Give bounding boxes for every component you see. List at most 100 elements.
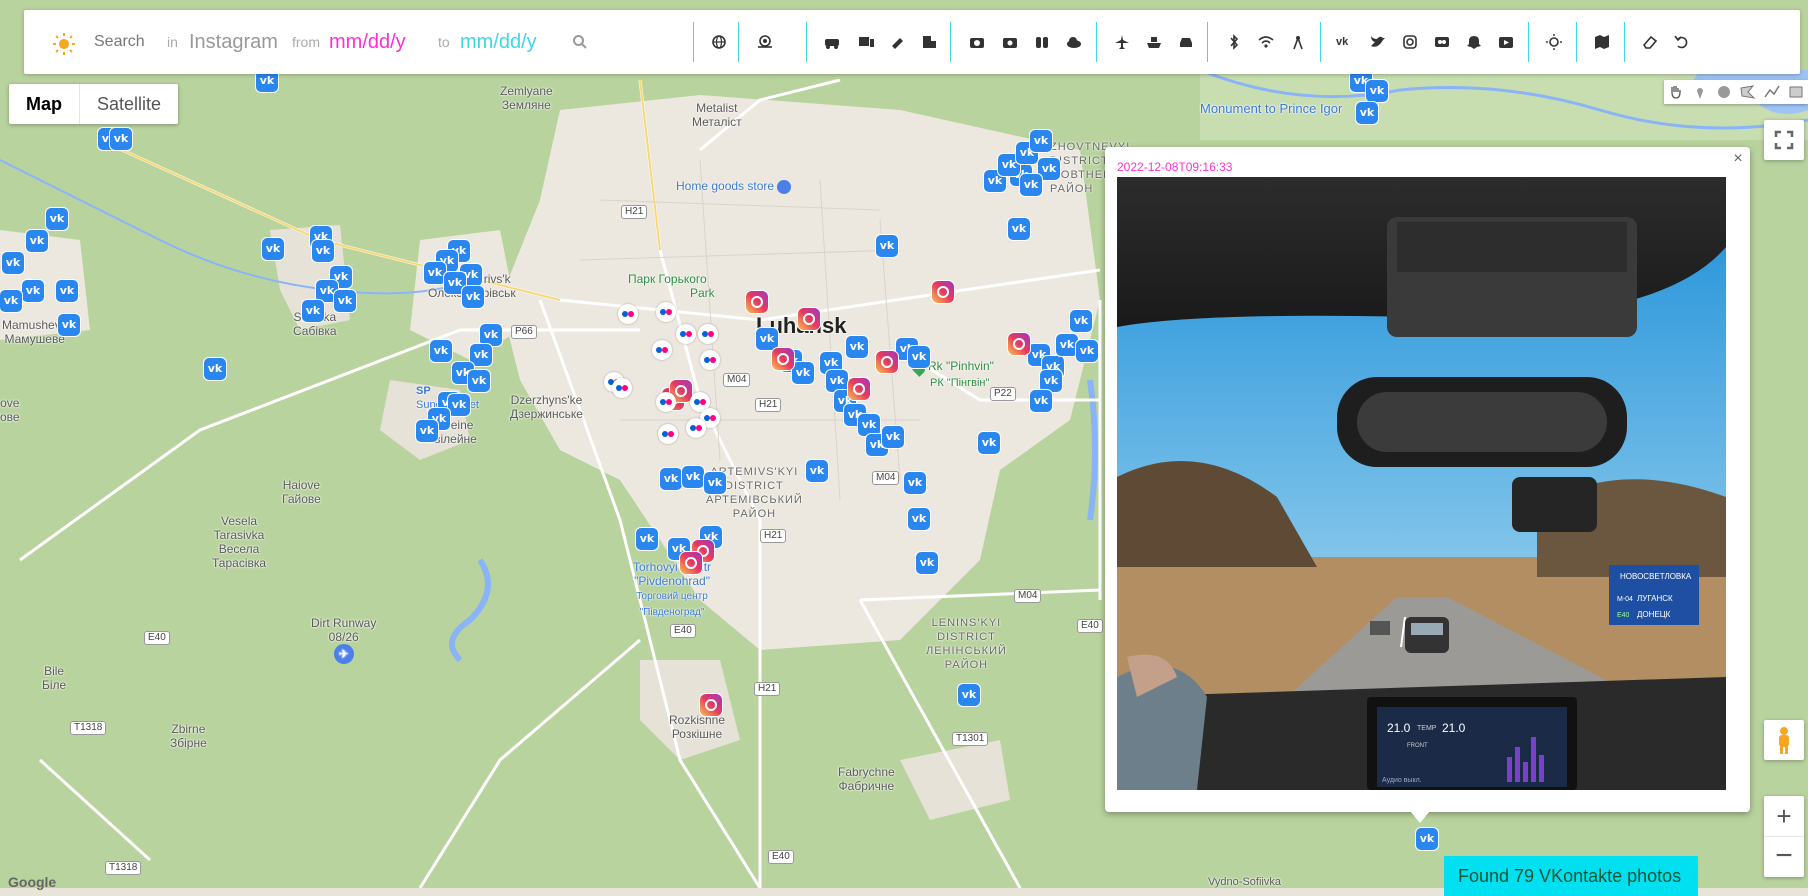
search-icon[interactable] xyxy=(572,34,590,52)
vk-photo-pin[interactable]: vk xyxy=(636,528,658,550)
vk-photo-pin[interactable]: vk xyxy=(904,472,926,494)
close-icon[interactable]: × xyxy=(1728,149,1748,169)
flickr-photo-pin[interactable] xyxy=(698,324,718,344)
from-date-input[interactable]: mm/dd/y xyxy=(329,10,406,74)
vk-photo-pin[interactable]: vk xyxy=(56,280,78,302)
ship-icon[interactable] xyxy=(1144,32,1164,52)
flickr-photo-pin[interactable] xyxy=(656,392,676,412)
vk-photo-pin[interactable]: vk xyxy=(1030,130,1052,152)
photo-image[interactable]: НОВОСВЕТЛОВКА ЛУГАНСК ДОНЕЦК M-04 E40 21… xyxy=(1117,177,1726,790)
vk-photo-pin[interactable]: vk xyxy=(1008,218,1030,240)
instagram-photo-pin[interactable] xyxy=(680,552,702,574)
vk-photo-pin[interactable]: vk xyxy=(792,362,814,384)
map-type-satellite-button[interactable]: Satellite xyxy=(80,84,178,124)
vk-photo-pin[interactable]: vk xyxy=(2,252,24,274)
instagram-photo-pin[interactable] xyxy=(1008,333,1030,355)
snail-icon[interactable] xyxy=(755,32,775,52)
vk-photo-pin[interactable]: vk xyxy=(660,468,682,490)
instagram-photo-pin[interactable] xyxy=(848,378,870,400)
instagram-photo-pin[interactable] xyxy=(798,308,820,330)
vk-photo-pin[interactable]: vk xyxy=(882,426,904,448)
snapchat-icon[interactable] xyxy=(1464,32,1484,52)
polyline-icon[interactable] xyxy=(1760,80,1784,104)
bluetooth-icon[interactable] xyxy=(1224,32,1244,52)
vk-photo-pin[interactable]: vk xyxy=(1070,310,1092,332)
vk-photo-pin[interactable]: vk xyxy=(416,420,438,442)
vk-photo-pin[interactable]: vk xyxy=(0,290,22,312)
vk-photo-pin[interactable]: vk xyxy=(1030,390,1052,412)
vk-photo-pin[interactable]: vk xyxy=(58,314,80,336)
vk-photo-pin[interactable]: vk xyxy=(1020,174,1042,196)
flickr-photo-pin[interactable] xyxy=(612,378,632,398)
vk-photo-pin[interactable]: vk xyxy=(1040,370,1062,392)
to-date-input[interactable]: mm/dd/y xyxy=(460,10,537,74)
flickr-photo-pin[interactable] xyxy=(686,418,706,438)
youtube-icon[interactable] xyxy=(1496,32,1516,52)
undo-icon[interactable] xyxy=(1672,32,1692,52)
vk-photo-pin[interactable]: vk xyxy=(1356,102,1378,124)
instagram-photo-pin[interactable] xyxy=(772,348,794,370)
vk-photo-pin[interactable]: vk xyxy=(480,324,502,346)
vk-photo-pin[interactable]: vk xyxy=(302,300,324,322)
vk-photo-pin[interactable]: vk xyxy=(1076,340,1098,362)
street-view-pegman-icon[interactable] xyxy=(1764,720,1804,760)
vk-photo-pin[interactable]: vk xyxy=(462,286,484,308)
marker-icon[interactable] xyxy=(1688,80,1712,104)
vk-photo-pin[interactable]: vk xyxy=(908,508,930,530)
polygon-icon[interactable] xyxy=(1736,80,1760,104)
plane-icon[interactable] xyxy=(1112,32,1132,52)
devices-icon[interactable] xyxy=(856,32,876,52)
flickr-photo-pin[interactable] xyxy=(658,424,678,444)
flickr-photo-pin[interactable] xyxy=(656,302,676,322)
eraser-icon[interactable] xyxy=(1640,32,1660,52)
instagram-photo-pin[interactable] xyxy=(700,694,722,716)
vk-photo-pin[interactable]: vk xyxy=(468,370,490,392)
search-label[interactable]: Search xyxy=(94,10,145,74)
vk-photo-pin[interactable]: vk xyxy=(262,238,284,260)
vk-icon[interactable]: vk xyxy=(1336,32,1356,52)
vk-photo-pin[interactable]: vk xyxy=(312,240,334,262)
vk-photo-pin[interactable]: vk xyxy=(1056,334,1078,356)
cell-tower-icon[interactable] xyxy=(1288,32,1308,52)
building-icon[interactable] xyxy=(919,32,939,52)
instagram-photo-pin[interactable] xyxy=(932,281,954,303)
vk-photo-pin[interactable]: vk xyxy=(204,358,226,380)
car-icon[interactable] xyxy=(1176,32,1196,52)
fullscreen-button[interactable] xyxy=(1764,120,1804,160)
sun-settings-icon[interactable] xyxy=(1544,32,1564,52)
vk-photo-pin[interactable]: vk xyxy=(978,432,1000,454)
vk-photo-pin[interactable]: vk xyxy=(110,128,132,150)
vk-photo-pin[interactable]: vk xyxy=(704,472,726,494)
map-icon[interactable] xyxy=(1592,32,1612,52)
vk-photo-pin[interactable]: vk xyxy=(430,340,452,362)
map-type-map-button[interactable]: Map xyxy=(9,84,80,124)
vk-photo-pin[interactable]: vk xyxy=(756,328,778,350)
vk-photo-pin[interactable]: vk xyxy=(1366,80,1388,102)
vk-photo-pin[interactable]: vk xyxy=(876,235,898,257)
camera-alt-icon[interactable] xyxy=(1000,32,1020,52)
camera-icon[interactable] xyxy=(967,32,987,52)
globe-icon[interactable] xyxy=(709,32,729,52)
cloud-icon[interactable] xyxy=(1064,32,1084,52)
flickr-photo-pin[interactable] xyxy=(700,350,720,370)
source-select[interactable]: Instagram xyxy=(189,10,278,74)
rectangle-icon[interactable] xyxy=(1784,80,1808,104)
satellite-dish-icon[interactable] xyxy=(888,32,908,52)
instagram-icon[interactable] xyxy=(1400,32,1420,52)
vk-photo-pin[interactable]: vk xyxy=(958,684,980,706)
vk-photo-pin[interactable]: vk xyxy=(826,370,848,392)
vk-photo-pin[interactable]: vk xyxy=(470,344,492,366)
vk-photo-pin[interactable]: vk xyxy=(448,394,470,416)
flickr-photo-pin[interactable] xyxy=(618,304,638,324)
vk-photo-pin[interactable]: vk xyxy=(682,466,704,488)
flickr-photo-pin[interactable] xyxy=(676,324,696,344)
twitter-icon[interactable] xyxy=(1368,32,1388,52)
instagram-photo-pin[interactable] xyxy=(876,351,898,373)
vk-photo-pin[interactable]: vk xyxy=(806,460,828,482)
vk-photo-pin[interactable]: vk xyxy=(334,290,356,312)
cars-icon[interactable] xyxy=(822,32,842,52)
sun-icon[interactable] xyxy=(52,32,76,56)
instagram-photo-pin[interactable] xyxy=(746,291,768,313)
flickr-photo-pin[interactable] xyxy=(652,340,672,360)
vk-photo-pin[interactable]: vk xyxy=(846,336,868,358)
